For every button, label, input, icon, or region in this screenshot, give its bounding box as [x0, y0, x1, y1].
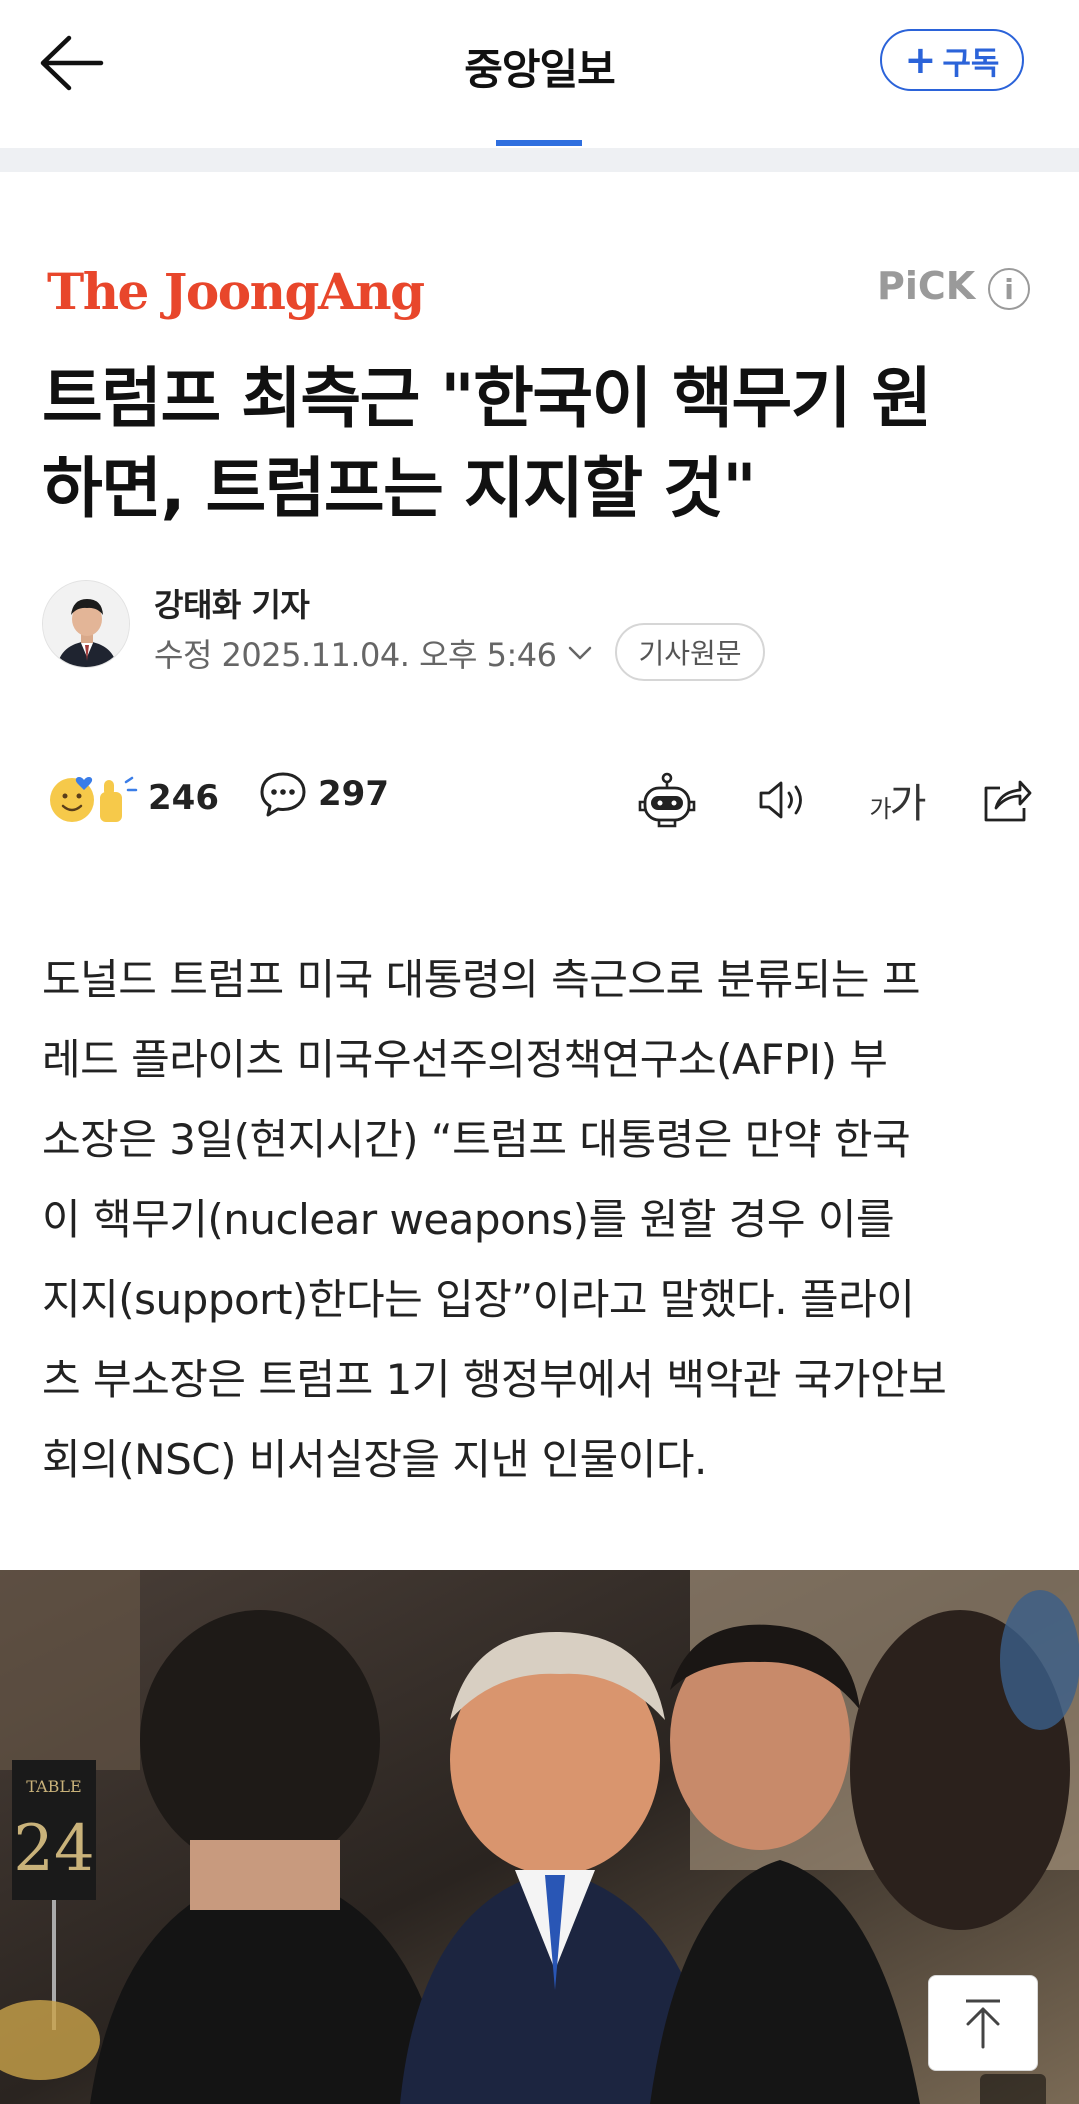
- body-line: 지지(support)한다는 입장”이라고 말했다. 플라이: [42, 1275, 915, 1324]
- chevron-down-icon: [568, 646, 591, 660]
- original-article-button[interactable]: 기사원문: [615, 623, 765, 681]
- avatar-photo: [43, 581, 129, 667]
- top-bar: 중앙일보 + 구독: [0, 0, 1079, 148]
- scroll-to-top-button[interactable]: [928, 1975, 1038, 2071]
- font-size-button[interactable]: 가가: [862, 770, 932, 830]
- active-tab-indicator: [496, 140, 582, 146]
- article-photo[interactable]: TABLE 24: [0, 1570, 1079, 2104]
- reaction-count: 246: [148, 778, 219, 818]
- arrow-up-icon: [966, 1999, 1000, 2049]
- info-icon[interactable]: i: [988, 268, 1030, 310]
- tts-button[interactable]: [748, 770, 818, 830]
- speaker-icon: [759, 781, 802, 819]
- source-logo[interactable]: The JoongAng: [47, 262, 425, 321]
- table-sign-label: TABLE: [26, 1777, 81, 1796]
- body-line: 도널드 트럼프 미국 대통령의 측근으로 분류되는 프: [42, 955, 921, 1004]
- article-date-row[interactable]: 수정 2025.11.04. 오후 5:46: [154, 630, 593, 676]
- action-bar: 246 297 가가: [0, 760, 1079, 840]
- share-button[interactable]: [972, 770, 1042, 830]
- headline-line: 트럼프 최측근 "한국이 핵무기 원: [42, 360, 932, 437]
- reaction-emoji-icon: [50, 776, 138, 822]
- article-body: 도널드 트럼프 미국 대통령의 측근으로 분류되는 프 레드 플라이츠 미국우선…: [42, 940, 1042, 1500]
- subscribe-button[interactable]: + 구독: [880, 29, 1024, 91]
- share-icon: [984, 780, 1032, 822]
- subscribe-label: 구독: [942, 45, 1000, 82]
- author-name[interactable]: 강태화 기자: [154, 580, 310, 626]
- body-line: 소장은 3일(현지시간) “트럼프 대통령은 만약 한국: [42, 1115, 911, 1164]
- plus-icon: +: [904, 38, 937, 82]
- robot-summary-icon: [638, 772, 696, 828]
- author-avatar[interactable]: [42, 580, 130, 668]
- font-size-small: 가: [869, 795, 892, 823]
- comment-count: 297: [318, 774, 389, 814]
- comment-button[interactable]: 297: [258, 770, 389, 818]
- body-line: 츠 부소장은 트럼프 1기 행정부에서 백악관 국가안보: [42, 1355, 947, 1404]
- comment-bubble-icon: [260, 772, 306, 817]
- divider: [0, 148, 1079, 172]
- font-size-large: 가: [889, 781, 927, 827]
- photo-illustration: TABLE 24: [0, 1570, 1079, 2104]
- body-line: 레드 플라이츠 미국우선주의정책연구소(AFPI) 부: [42, 1035, 888, 1084]
- summary-bot-button[interactable]: [632, 770, 702, 830]
- reaction-button[interactable]: 246: [46, 770, 219, 826]
- article-date: 수정 2025.11.04. 오후 5:46: [154, 636, 557, 674]
- image-expand-icon[interactable]: [980, 2074, 1046, 2104]
- body-line: 회의(NSC) 비서실장을 지낸 인물이다.: [42, 1435, 707, 1484]
- body-line: 이 핵무기(nuclear weapons)를 원할 경우 이를: [42, 1195, 895, 1244]
- article-headline: 트럼프 최측근 "한국이 핵무기 원 하면, 트럼프는 지지할 것": [42, 354, 1042, 534]
- headline-line: 하면, 트럼프는 지지할 것": [42, 450, 757, 527]
- pick-badge: PiCK: [877, 264, 976, 308]
- table-sign-number: 24: [13, 1812, 94, 1886]
